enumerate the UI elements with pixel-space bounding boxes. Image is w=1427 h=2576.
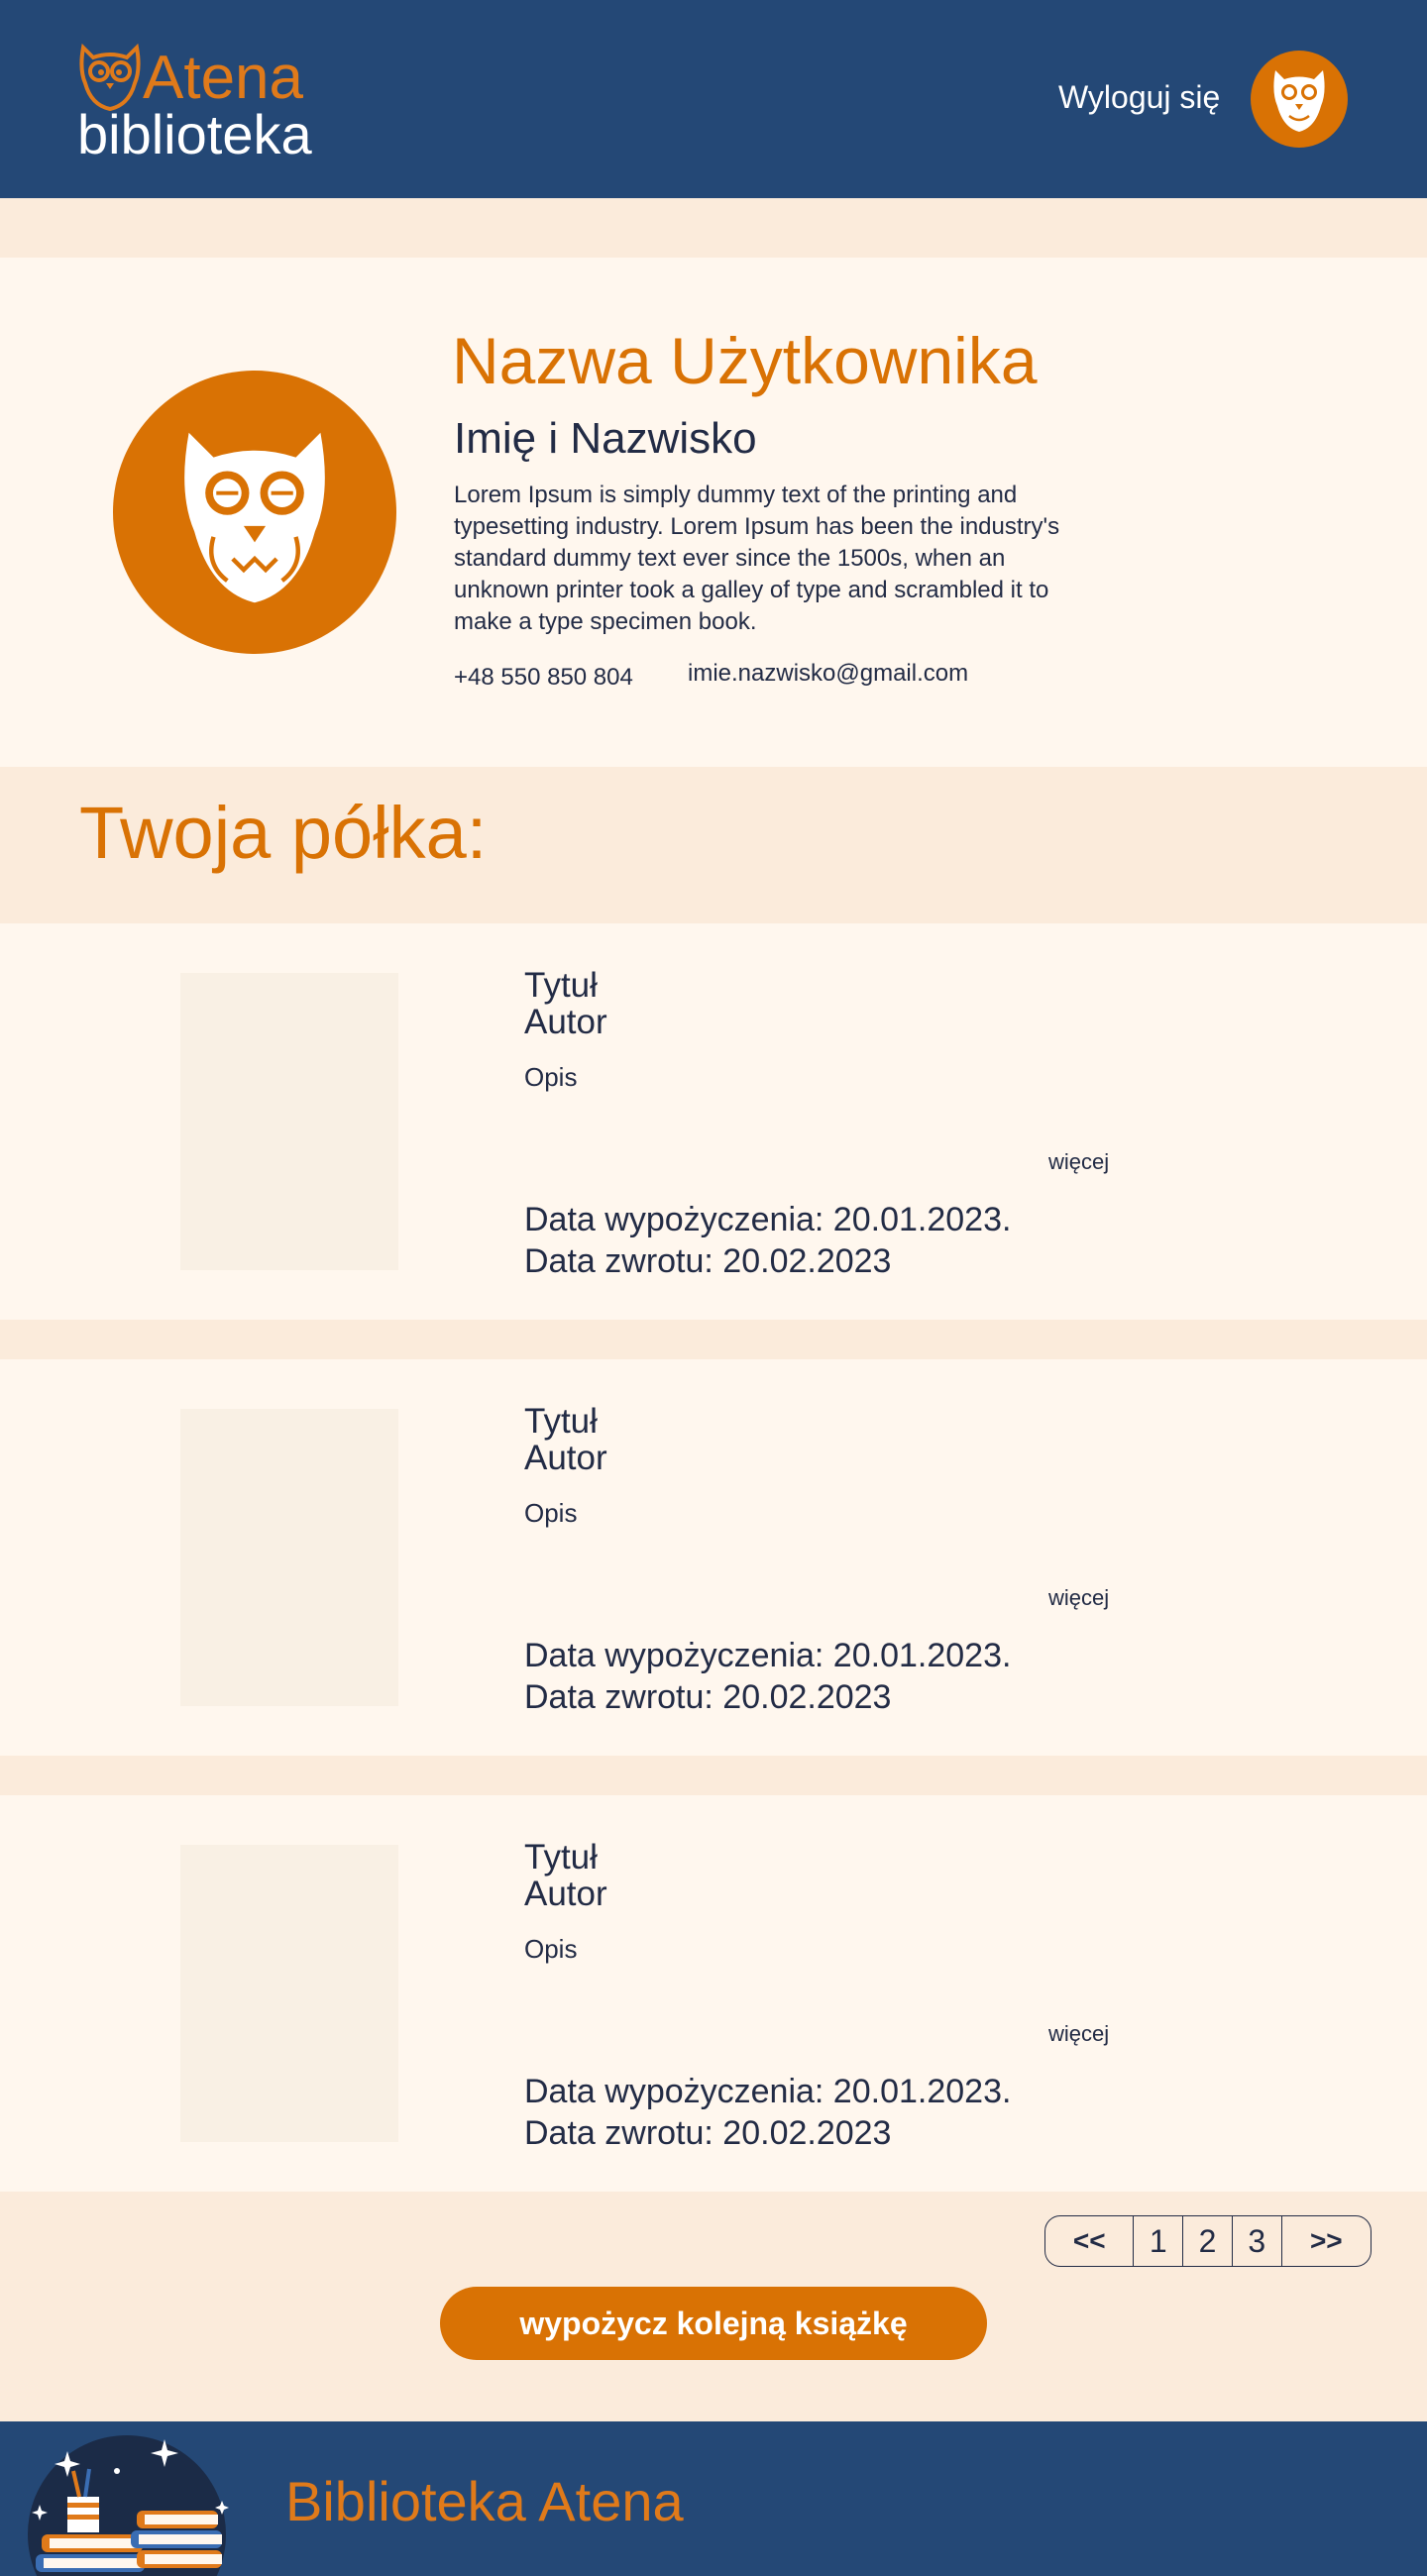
book-return-date: Data zwrotu: 20.02.2023 xyxy=(524,1242,892,1280)
book-title: Tytuł xyxy=(524,1402,598,1441)
book-description: Opis xyxy=(524,1934,578,1964)
book-loan-date: Data wypożyczenia: 20.01.2023. xyxy=(524,1201,1012,1238)
profile-section: Nazwa Użytkownika Imię i Nazwisko Lorem … xyxy=(0,258,1427,767)
footer: Biblioteka Atena xyxy=(0,2421,1427,2576)
user-avatar-button[interactable] xyxy=(1251,51,1348,148)
pagination-prev-button[interactable]: << xyxy=(1045,2216,1135,2266)
book-card: Tytuł Autor Opis więcej Data wypożyczeni… xyxy=(0,1359,1427,1756)
site-logo[interactable]: Atena biblioteka xyxy=(77,36,335,164)
book-cover xyxy=(180,973,398,1270)
book-author: Autor xyxy=(524,1875,607,1913)
profile-username: Nazwa Użytkownika xyxy=(452,324,1038,397)
book-more-link[interactable]: więcej xyxy=(1048,1585,1109,1611)
book-return-date: Data zwrotu: 20.02.2023 xyxy=(524,2114,892,2152)
book-cover xyxy=(180,1845,398,2142)
pagination-page-1[interactable]: 1 xyxy=(1134,2216,1184,2266)
books-illustration xyxy=(28,2435,229,2576)
header: Atena biblioteka Wyloguj się xyxy=(0,0,1427,198)
logout-link[interactable]: Wyloguj się xyxy=(1058,79,1220,116)
pagination-page-3[interactable]: 3 xyxy=(1233,2216,1282,2266)
shelf-title: Twoja półka: xyxy=(79,792,488,874)
book-card: Tytuł Autor Opis więcej Data wypożyczeni… xyxy=(0,923,1427,1320)
profile-avatar xyxy=(113,371,396,654)
owl-avatar-icon xyxy=(184,432,325,603)
book-loan-date: Data wypożyczenia: 20.01.2023. xyxy=(524,1637,1012,1674)
book-title: Tytuł xyxy=(524,1838,598,1877)
book-title: Tytuł xyxy=(524,966,598,1005)
logo-text-biblioteka: biblioteka xyxy=(77,103,312,165)
profile-email: imie.nazwisko@gmail.com xyxy=(688,660,969,687)
owl-avatar-icon xyxy=(1273,70,1325,132)
book-description: Opis xyxy=(524,1498,578,1528)
profile-full-name: Imię i Nazwisko xyxy=(454,414,757,463)
borrow-another-book-button[interactable]: wypożycz kolejną książkę xyxy=(440,2287,987,2360)
book-more-link[interactable]: więcej xyxy=(1048,1149,1109,1175)
book-more-link[interactable]: więcej xyxy=(1048,2021,1109,2047)
book-author: Autor xyxy=(524,1003,607,1041)
pagination-next-button[interactable]: >> xyxy=(1282,2216,1371,2266)
book-card: Tytuł Autor Opis więcej Data wypożyczeni… xyxy=(0,1795,1427,2192)
profile-phone: +48 550 850 804 xyxy=(454,664,633,691)
logo-text-atena: Atena xyxy=(143,44,304,112)
owl-logo-icon xyxy=(79,43,141,111)
pagination-page-2[interactable]: 2 xyxy=(1183,2216,1233,2266)
book-cover xyxy=(180,1409,398,1706)
book-return-date: Data zwrotu: 20.02.2023 xyxy=(524,1678,892,1716)
footer-title: Biblioteka Atena xyxy=(285,2470,684,2532)
book-description: Opis xyxy=(524,1062,578,1092)
book-loan-date: Data wypożyczenia: 20.01.2023. xyxy=(524,2073,1012,2110)
profile-bio: Lorem Ipsum is simply dummy text of the … xyxy=(454,482,1060,635)
book-author: Autor xyxy=(524,1439,607,1477)
pagination: << 1 2 3 >> xyxy=(1044,2215,1372,2267)
